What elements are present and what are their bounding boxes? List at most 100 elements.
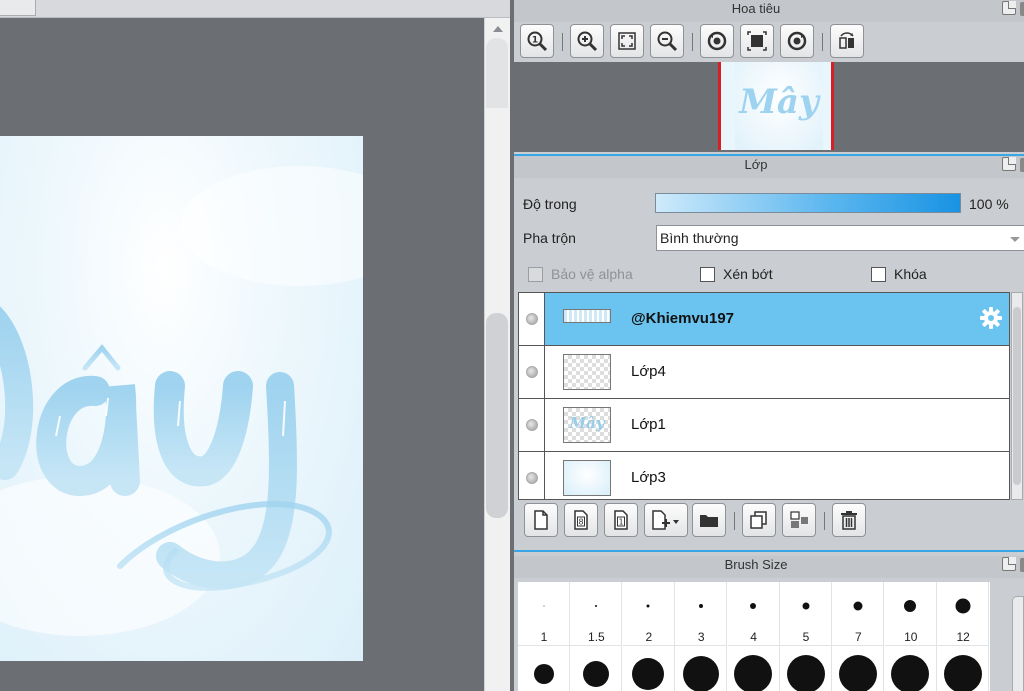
canvas-scroll-thumb[interactable] [486, 313, 508, 518]
layer-visibility-toggle[interactable] [519, 399, 545, 451]
canvas-vertical-scrollbar[interactable] [484, 18, 510, 691]
visibility-dot-icon [526, 472, 538, 484]
brush-size-cell[interactable]: 4 [727, 582, 780, 646]
brush-size-cell[interactable] [937, 646, 990, 691]
add-layer-dropdown-icon [652, 510, 679, 530]
canvas-area[interactable] [0, 0, 510, 691]
rotate-left-button[interactable] [700, 24, 734, 58]
brush-size-cell[interactable]: 1.5 [570, 582, 623, 646]
layer-row[interactable]: Lớp3 [519, 452, 1009, 499]
navigator-preview-text: Mây [739, 82, 819, 122]
brush-size-cell[interactable]: 3 [675, 582, 728, 646]
layer-panel-title: Lớp [744, 157, 768, 172]
fit-window-icon [618, 32, 636, 50]
brush-size-label: 1.5 [588, 630, 605, 644]
brush-size-dot [594, 605, 597, 607]
panel-close-icon[interactable] [1020, 558, 1024, 572]
layer-visibility-toggle[interactable] [519, 346, 545, 398]
clipping-checkbox[interactable]: Xén bớt [700, 265, 773, 283]
new-layer-button[interactable] [524, 503, 558, 537]
brush-size-dot [891, 655, 930, 691]
detach-panel-icon[interactable] [1002, 1, 1016, 15]
brush-size-cell[interactable] [780, 646, 832, 691]
merge-down-button[interactable] [782, 503, 816, 537]
canvas-tab[interactable] [0, 0, 36, 16]
brush-size-cell[interactable] [518, 646, 570, 691]
brush-size-cell[interactable]: 5 [780, 582, 832, 646]
rotate-right-button[interactable] [780, 24, 814, 58]
fit-canvas-button[interactable] [740, 24, 774, 58]
brush-size-cell[interactable]: 12 [937, 582, 990, 646]
zoom-out-button[interactable] [650, 24, 684, 58]
brush-size-label: 4 [750, 630, 757, 644]
fit-canvas-icon [747, 31, 767, 51]
brush-size-cell[interactable] [832, 646, 885, 691]
brush-size-cell[interactable]: 2 [622, 582, 675, 646]
brush-size-dot [853, 601, 863, 611]
zoom-in-button[interactable] [570, 24, 604, 58]
layer-list[interactable]: @Khiemvu197 Lớp4 Mây Lớp1 Lớp3 [518, 292, 1010, 500]
toolbar-separator [824, 512, 825, 530]
checkbox-box [528, 266, 543, 282]
layer-row[interactable]: @Khiemvu197 [519, 293, 1009, 346]
layer-options-row: Bảo vệ alpha Xén bớt Khóa [514, 260, 1024, 286]
flip-horizontal-button[interactable] [830, 24, 864, 58]
navigator-viewport-frame[interactable]: Mây [718, 62, 834, 150]
brush-size-cell[interactable] [623, 646, 675, 691]
navigator-preview-area[interactable]: Mây [514, 62, 1024, 152]
scroll-up-arrow-icon[interactable] [493, 26, 503, 32]
fit-window-button[interactable] [610, 24, 644, 58]
layer-panel: Lớp Độ trong 100 % Pha trộn Bình thường … [514, 154, 1024, 546]
navigator-panel-header: Hoa tiêu [514, 0, 1024, 22]
dropdown-arrow-icon[interactable] [1010, 237, 1020, 242]
artwork-lettering [0, 166, 363, 636]
navigator-title: Hoa tiêu [731, 1, 781, 16]
toolbar-separator [692, 33, 693, 51]
brush-size-cell[interactable]: 10 [884, 582, 937, 646]
layer-row[interactable]: Lớp4 [519, 346, 1009, 399]
new-folder-button[interactable] [692, 503, 726, 537]
brush-size-title: Brush Size [724, 557, 788, 572]
brush-size-cell[interactable] [675, 646, 728, 691]
brush-size-dot [734, 655, 773, 691]
brush-size-cell[interactable] [570, 646, 623, 691]
layer-visibility-toggle[interactable] [519, 293, 545, 345]
opacity-slider[interactable] [655, 193, 961, 213]
layer-visibility-toggle[interactable] [519, 452, 545, 499]
blend-label: Pha trộn [523, 230, 576, 246]
gear-icon[interactable] [979, 306, 1003, 330]
zoom-actual-button[interactable]: 1 [520, 24, 554, 58]
artboard[interactable] [0, 136, 363, 661]
brush-size-dot [802, 602, 809, 610]
new-8bit-layer-button[interactable]: 8 [564, 503, 598, 537]
layer-list-scrollbar[interactable] [1011, 292, 1023, 500]
brush-size-scrollbar[interactable] [1012, 596, 1024, 691]
layer-scroll-thumb[interactable] [1013, 307, 1021, 485]
brush-size-cell[interactable] [728, 646, 780, 691]
brush-size-label: 12 [956, 630, 970, 644]
brush-size-dot [533, 664, 554, 684]
protect-alpha-label: Bảo vệ alpha [551, 266, 633, 282]
delete-layer-button[interactable] [832, 503, 866, 537]
brush-size-cell[interactable]: 1 [518, 582, 570, 646]
duplicate-layer-button[interactable] [742, 503, 776, 537]
panel-close-icon[interactable] [1020, 2, 1024, 16]
brush-size-cell[interactable] [885, 646, 937, 691]
brush-size-cell[interactable]: 7 [832, 582, 885, 646]
detach-panel-icon[interactable] [1002, 157, 1016, 171]
brush-size-label: 5 [802, 630, 810, 644]
merge-down-icon [790, 511, 808, 528]
new-1bit-layer-button[interactable]: 1 [604, 503, 638, 537]
toolbar-separator [562, 33, 563, 51]
panel-close-icon[interactable] [1020, 158, 1024, 172]
add-layer-dropdown-button[interactable] [644, 503, 688, 537]
layer-row[interactable]: Mây Lớp1 [519, 399, 1009, 452]
detach-panel-icon[interactable] [1002, 557, 1016, 571]
opacity-row: Độ trong 100 % [514, 190, 1024, 216]
lock-checkbox[interactable]: Khóa [871, 265, 927, 283]
brush-size-grid[interactable]: 1 1.5 2 3 4 5 7 10 12 [518, 582, 990, 691]
brush-size-dot [786, 655, 825, 691]
blend-mode-select[interactable]: Bình thường [656, 225, 1024, 251]
lock-label: Khóa [894, 266, 927, 282]
protect-alpha-checkbox[interactable]: Bảo vệ alpha [528, 265, 633, 283]
